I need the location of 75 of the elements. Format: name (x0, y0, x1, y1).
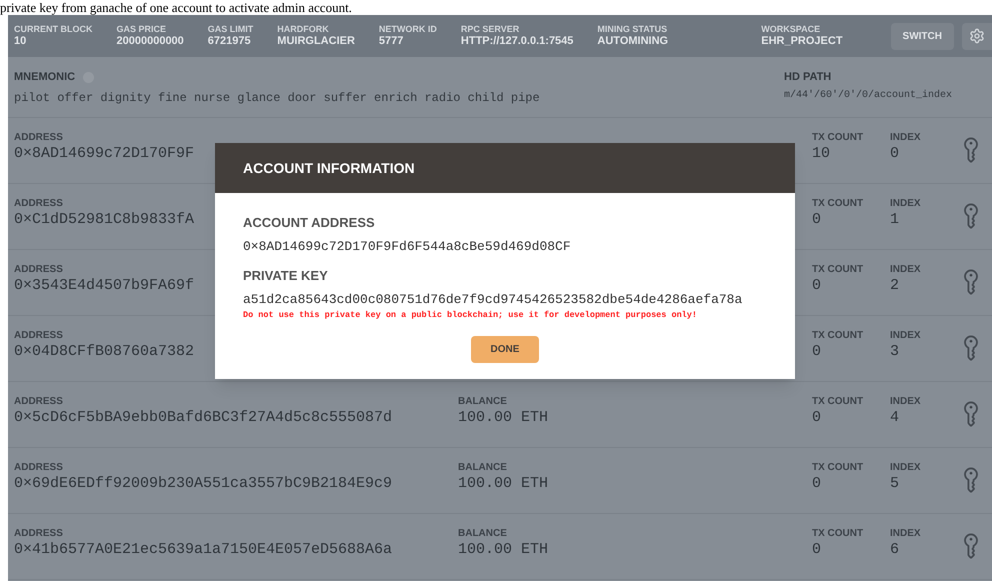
stat-label: RPC SERVER (460, 24, 520, 35)
mnemonic-phrase: pilot offer dignity fine nurse glance door suffer enrich radio child pipe (14, 90, 540, 106)
account-index: 4 (890, 408, 900, 428)
index-label: INDEX (890, 330, 921, 342)
stat-value: MUIRGLACIER (277, 35, 355, 48)
tx-count-label: TX COUNT (812, 396, 864, 408)
address-label: ADDRESS (14, 528, 63, 540)
tx-count-label: TX COUNT (812, 462, 864, 474)
index-label: INDEX (890, 132, 921, 144)
account-balance: 100.00 ETH (458, 408, 548, 428)
stat-value: 5777 (378, 35, 404, 48)
index-label: INDEX (890, 462, 921, 474)
index-label: INDEX (890, 528, 921, 540)
tx-count-label: TX COUNT (812, 264, 864, 276)
index-label: INDEX (890, 264, 921, 276)
account-balance: 100.00 ETH (458, 474, 548, 494)
hd-path-value: m/44'/60'/0'/0/account_index (784, 88, 952, 102)
tx-count-label: TX COUNT (812, 528, 864, 540)
stat-label: CURRENT BLOCK (14, 24, 92, 35)
stat-label: HARDFORK (277, 24, 330, 35)
tx-count: 0 (812, 210, 822, 230)
mnemonic-label: MNEMONIC (14, 70, 76, 85)
dialog-title: ACCOUNT INFORMATION (243, 158, 415, 178)
account-address: 0×3543E4d4507b9FA69f (14, 276, 194, 296)
hd-path-label: HD PATH (784, 70, 832, 85)
tx-count: 0 (812, 342, 822, 362)
balance-label: BALANCE (458, 528, 507, 540)
private-key-label: PRIVATE KEY (243, 267, 328, 285)
stat-label: NETWORK ID (378, 24, 437, 35)
account-index: 6 (890, 540, 900, 560)
account-index: 2 (890, 276, 900, 296)
account-address-label: ACCOUNT ADDRESS (243, 214, 375, 232)
balance-label: BALANCE (458, 462, 507, 474)
stat-value: 6721975 (208, 35, 252, 48)
workspace-name: EHR_PROJECT (761, 35, 843, 48)
address-label: ADDRESS (14, 264, 63, 276)
address-label: ADDRESS (14, 462, 63, 474)
tx-count: 0 (812, 408, 822, 428)
stat-label: MINING STATUS (597, 24, 668, 35)
stat-value: 10 (14, 35, 28, 48)
balance-label: BALANCE (458, 396, 507, 408)
account-index: 5 (890, 474, 900, 494)
address-label: ADDRESS (14, 396, 63, 408)
stat-value: HTTP://127.0.0.1:7545 (460, 35, 574, 48)
workspace-label: WORKSPACE (761, 24, 822, 35)
account-address: 0×41b6577A0E21ec5639a1a7150E4E057eD5688A6a (14, 540, 392, 560)
account-index: 0 (890, 144, 900, 164)
account-address: 0×8AD14699c72D170F9F (14, 144, 194, 164)
tx-count-label: TX COUNT (812, 198, 864, 210)
tx-count-label: TX COUNT (812, 132, 864, 144)
account-index: 1 (890, 210, 900, 230)
account-address: 0×5cD6cF5bBA9ebb0Bafd6BC3f27A4d5c8c555087d (14, 408, 392, 428)
private-key: a51d2ca85643cd00c080751d76de7f9cd9745426523582dbe54de4286aefa78a (243, 290, 742, 309)
tx-count: 10 (812, 144, 830, 164)
index-label: INDEX (890, 198, 921, 210)
tx-count: 0 (812, 540, 822, 560)
account-address: 0×04D8CFfB08760a7382 (14, 342, 194, 362)
index-label: INDEX (890, 396, 921, 408)
tx-count: 0 (812, 276, 822, 296)
stat-label: GAS LIMIT (208, 24, 254, 35)
account-address: 0×C1dD52981C8b9833fA (14, 210, 194, 230)
tx-count: 0 (812, 474, 822, 494)
address-label: ADDRESS (14, 330, 63, 342)
address-label: ADDRESS (14, 132, 63, 144)
warning-text: Do not use this private key on a public blockchain; use it for development purposes only! (243, 309, 697, 322)
stat-label: GAS PRICE (116, 24, 168, 35)
address-label: ADDRESS (14, 198, 63, 210)
stat-value: 20000000000 (116, 35, 184, 48)
account-index: 3 (890, 342, 900, 362)
account-address: 0×69dE6EDff92009b230A551ca3557bC9B2184E9c9 (14, 474, 392, 494)
stat-value: AUTOMINING (597, 35, 668, 48)
tx-count-label: TX COUNT (812, 330, 864, 342)
document-text: private key from ganache of one account to activate admin account. (0, 0, 353, 15)
dialog-account-address: 0×8AD14699c72D170F9Fd6F544a8cBe59d469d08CF (243, 238, 571, 256)
account-balance: 100.00 ETH (458, 540, 548, 560)
